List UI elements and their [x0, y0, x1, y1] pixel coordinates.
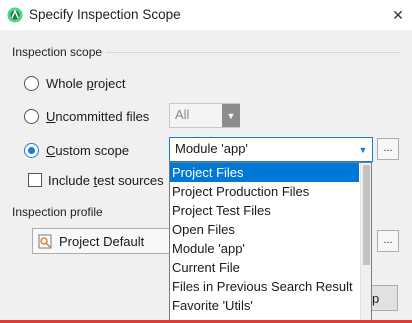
custom-scope-combo[interactable]: Module 'app' ▼ [169, 137, 373, 162]
dropdown-item-project-files[interactable]: Project Files [170, 163, 359, 182]
dropdown-item-previous-search-result[interactable]: Files in Previous Search Result [170, 277, 360, 296]
include-test-sources-checkbox[interactable] [28, 173, 42, 187]
chevron-down-icon: ▼ [358, 144, 368, 155]
manage-profiles-button[interactable]: ... [377, 230, 399, 252]
inspection-scope-heading: Inspection scope [12, 45, 103, 59]
scope-dropdown-list[interactable]: Project Files Project Production Files P… [169, 162, 372, 323]
whole-project-label: Whole project [46, 76, 126, 91]
dropdown-item-module-app[interactable]: Module 'app' [170, 239, 360, 258]
inspection-profile-icon [38, 234, 52, 249]
custom-scope-radio[interactable]: Custom scope [24, 142, 164, 160]
inspection-profile-value: Project Default [59, 234, 145, 249]
radio-circle [24, 76, 39, 91]
radio-circle [24, 143, 39, 158]
whole-project-radio[interactable]: Whole project [24, 75, 144, 93]
scope-separator [106, 52, 400, 53]
inspection-profile-combo[interactable]: Project Default [32, 228, 172, 254]
include-test-sources-label[interactable]: Include test sources [48, 173, 164, 188]
custom-scope-combo-value: Module 'app' [175, 141, 248, 156]
dropdown-item-current-file[interactable]: Current File [170, 258, 360, 277]
title-bar: Specify Inspection Scope ✕ [0, 0, 412, 30]
android-studio-icon [7, 7, 23, 23]
close-icon: ✕ [392, 7, 404, 23]
uncommitted-files-combo[interactable]: All ▼ [169, 103, 240, 128]
dropdown-item-project-test-files[interactable]: Project Test Files [170, 201, 360, 220]
uncommitted-files-label: Uncommitted files [46, 109, 150, 124]
chevron-down-icon: ▼ [222, 104, 240, 127]
scrollbar-thumb[interactable] [363, 165, 370, 265]
dropdown-item-project-production-files[interactable]: Project Production Files [170, 182, 360, 201]
radio-circle [24, 109, 39, 124]
dropdown-scrollbar[interactable] [360, 163, 371, 322]
inspection-profile-heading: Inspection profile [12, 205, 103, 219]
close-button[interactable]: ✕ [386, 3, 410, 27]
radio-dot [28, 147, 35, 154]
dropdown-item-favorite-utils[interactable]: Favorite 'Utils' [170, 296, 360, 315]
custom-scope-label: Custom scope [46, 143, 130, 158]
uncommitted-files-radio[interactable]: Uncommitted files [24, 108, 164, 126]
dropdown-item-open-files[interactable]: Open Files [170, 220, 360, 239]
window-title: Specify Inspection Scope [29, 7, 181, 22]
uncommitted-combo-value: All [175, 107, 190, 122]
browse-scope-button[interactable]: ... [377, 138, 399, 160]
